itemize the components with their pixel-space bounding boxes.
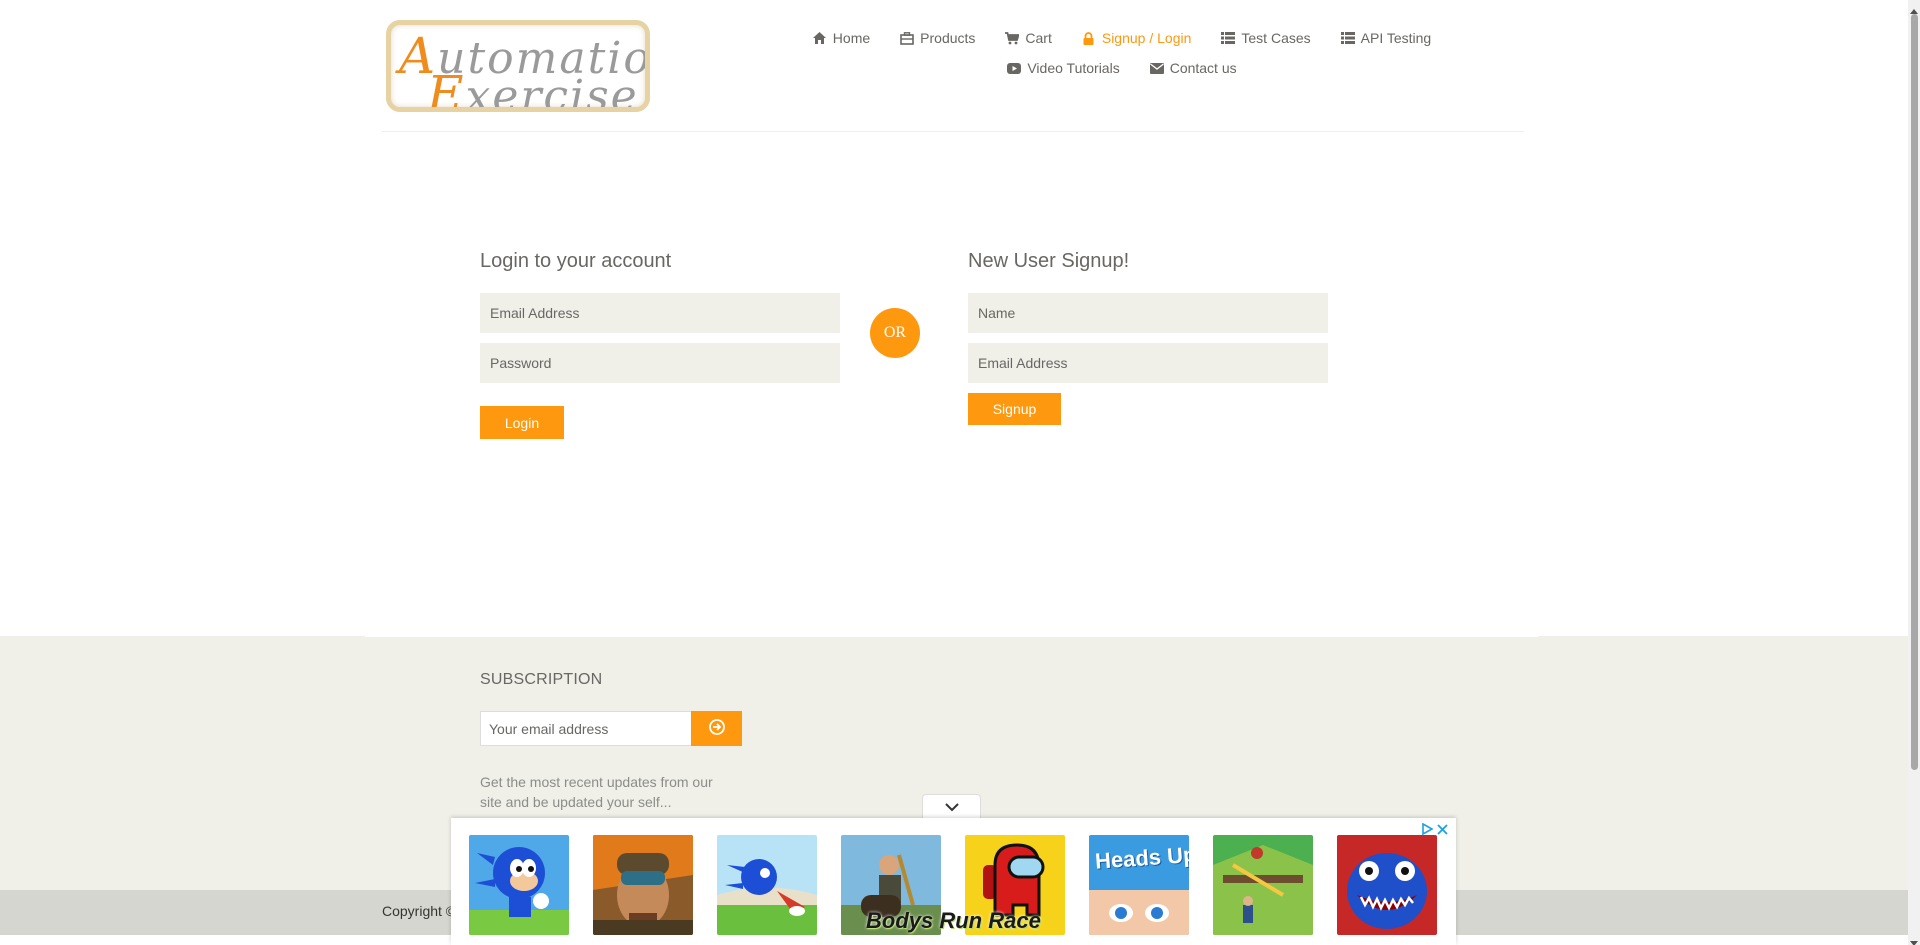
- signup-button[interactable]: Signup: [968, 393, 1061, 425]
- nav-row-1: Home Products Cart Signup / Login Test C…: [782, 28, 1462, 48]
- nav-products-label: Products: [920, 30, 976, 46]
- nav-home-label: Home: [832, 30, 871, 46]
- nav-api-testing[interactable]: API Testing: [1326, 28, 1447, 48]
- home-icon: [813, 31, 827, 45]
- or-divider: OR: [870, 308, 920, 358]
- heads-up-game-icon[interactable]: Heads Up!: [1089, 835, 1189, 935]
- youtube-icon: [1007, 61, 1022, 75]
- nav-video-tutorials[interactable]: Video Tutorials: [992, 58, 1134, 78]
- ad-caption: Bodys Run Race: [866, 908, 1041, 933]
- subscribe-button[interactable]: [691, 711, 742, 746]
- nav-contact-us-label: Contact us: [1169, 60, 1237, 76]
- list-icon: [1221, 31, 1236, 45]
- ad-close-icon[interactable]: [1437, 822, 1448, 840]
- footer-divider: [365, 636, 1538, 637]
- site-header: Automation Exercise Home Products Cart: [382, 0, 1524, 132]
- login-title: Login to your account: [480, 250, 672, 272]
- lock-icon: [1082, 31, 1096, 45]
- pin-puzzle-game-icon[interactable]: [1213, 835, 1313, 935]
- nav-signup-login-label: Signup / Login: [1101, 30, 1192, 46]
- scrollbar-thumb[interactable]: [1911, 14, 1918, 770]
- ad-collapse-button[interactable]: [922, 794, 981, 820]
- soldier-game-icon[interactable]: [593, 835, 693, 935]
- scroll-up-arrow-icon[interactable]: [1910, 3, 1918, 14]
- subscription-description: Get the most recent updates from our sit…: [480, 774, 713, 810]
- copyright-text: Copyright ©: [382, 903, 452, 919]
- subscription-title: SUBSCRIPTION: [480, 671, 603, 688]
- main-nav: Home Products Cart Signup / Login Test C…: [782, 28, 1462, 88]
- sonic-game-icon[interactable]: [469, 835, 569, 935]
- subscription-email-input[interactable]: [480, 711, 692, 746]
- sonic-dash-game-icon[interactable]: [717, 835, 817, 935]
- cart-icon: [1005, 31, 1020, 45]
- list-icon: [1340, 31, 1355, 45]
- login-button[interactable]: Login: [480, 406, 564, 439]
- logo-cap-e: E: [427, 65, 466, 112]
- page-scrollbar[interactable]: [1908, 0, 1920, 945]
- nav-video-tutorials-label: Video Tutorials: [1027, 60, 1120, 76]
- chevron-down-icon: [944, 799, 959, 817]
- nav-cart-label: Cart: [1025, 30, 1052, 46]
- site-logo[interactable]: Automation Exercise: [386, 20, 650, 112]
- ad-banner: Heads Up! Bodys Run Race: [451, 818, 1456, 945]
- envelope-icon: [1149, 61, 1164, 75]
- products-icon: [900, 31, 914, 45]
- signup-form: New User Signup! Signup: [968, 250, 1328, 425]
- nav-test-cases-label: Test Cases: [1241, 30, 1311, 46]
- signup-email-input[interactable]: [968, 343, 1328, 383]
- huggy-game-icon[interactable]: [1337, 835, 1437, 935]
- logo-text-exercise: xercise: [465, 71, 639, 112]
- nav-test-cases[interactable]: Test Cases: [1206, 28, 1325, 48]
- nav-products[interactable]: Products: [885, 28, 990, 48]
- arrow-circle-right-icon: [708, 719, 725, 738]
- nav-row-2: Video Tutorials Contact us: [782, 58, 1462, 78]
- nav-signup-login[interactable]: Signup / Login: [1067, 28, 1207, 48]
- signup-name-input[interactable]: [968, 293, 1328, 333]
- login-form: Login to your account Login: [480, 250, 840, 439]
- login-password-input[interactable]: [480, 343, 840, 383]
- nav-cart[interactable]: Cart: [990, 28, 1066, 48]
- login-email-input[interactable]: [480, 293, 840, 333]
- signup-title: New User Signup!: [968, 250, 1130, 272]
- nav-home[interactable]: Home: [798, 28, 885, 48]
- nav-contact-us[interactable]: Contact us: [1135, 58, 1252, 78]
- nav-api-testing-label: API Testing: [1360, 30, 1432, 46]
- scroll-down-arrow-icon[interactable]: [1910, 934, 1918, 945]
